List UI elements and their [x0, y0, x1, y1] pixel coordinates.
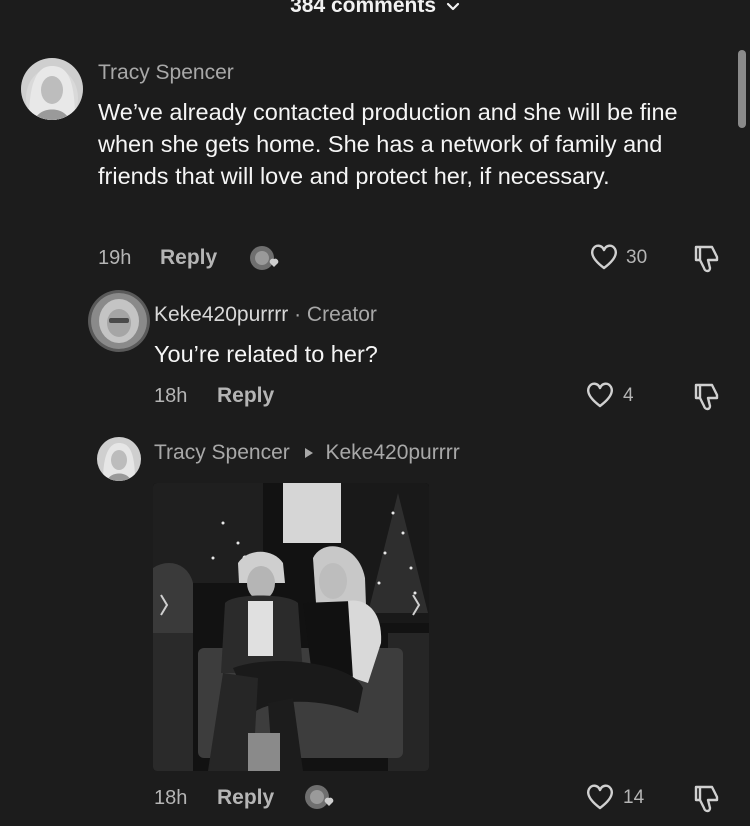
reply-button[interactable]: Reply [217, 786, 274, 810]
like-count: 14 [623, 787, 645, 808]
dislike-button[interactable] [692, 381, 722, 418]
comment-author: Keke420purrrr · Creator [154, 303, 377, 327]
comment-time: 18h [154, 787, 188, 809]
avatar[interactable] [97, 437, 141, 481]
like-count: 30 [626, 247, 648, 268]
comment-time: 18h [154, 385, 188, 407]
heart-icon [585, 381, 615, 414]
thumbs-down-icon [692, 383, 722, 417]
comment-username[interactable]: Tracy Spencer [98, 61, 234, 85]
reply-button[interactable]: Reply [160, 246, 217, 270]
emoji-react-icon[interactable] [303, 782, 339, 819]
comments-header[interactable]: 384 comments [0, 0, 750, 18]
comment-text: We’ve already contacted production and s… [98, 99, 678, 189]
comments-count: 384 comments [290, 0, 437, 17]
thumbs-down-icon [692, 785, 722, 819]
dislike-button[interactable] [692, 783, 722, 820]
like-count: 4 [623, 385, 634, 406]
avatar[interactable] [21, 58, 83, 120]
reply-to-username[interactable]: Keke420purrrr [325, 441, 459, 464]
heart-icon [585, 783, 615, 816]
attached-photo[interactable] [153, 483, 429, 771]
reply-button[interactable]: Reply [217, 384, 274, 408]
heart-icon [589, 243, 619, 276]
avatar[interactable] [91, 293, 147, 349]
creator-badge: · Creator [294, 303, 377, 326]
comment-time: 19h [98, 247, 132, 269]
comment-username[interactable]: Keke420purrrr [154, 303, 288, 326]
emoji-react-icon[interactable] [248, 243, 284, 280]
comment-username[interactable]: Tracy Spencer [154, 441, 290, 464]
thumbs-down-icon [692, 245, 722, 279]
reply-author-line: Tracy Spencer Keke420purrrr [154, 441, 460, 465]
scrollbar[interactable] [738, 50, 746, 128]
reply-arrow-icon [304, 441, 314, 465]
chevron-down-icon [446, 0, 460, 18]
dislike-button[interactable] [692, 243, 722, 280]
comment-text: You’re related to her? [154, 341, 378, 367]
